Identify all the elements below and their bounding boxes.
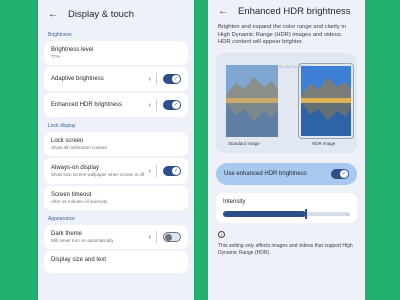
- use-enhanced-hdr-toggle-row[interactable]: Use enhanced HDR brightness ✓: [216, 162, 357, 185]
- brightness-level-label: Brightness level: [51, 47, 94, 53]
- enhanced-hdr-label: Enhanced HDR brightness: [51, 102, 123, 108]
- hdr-note: This setting only affects images and vid…: [218, 242, 353, 256]
- slider-end-dot: •: [346, 211, 348, 217]
- intensity-label: Intensity: [223, 198, 246, 205]
- lock-screen-sub: Show all notification content: [51, 145, 107, 150]
- section-brightness: Brightness: [48, 32, 72, 38]
- screen-timeout-sub: After 15 minutes of inactivity: [51, 199, 108, 204]
- chevron-right-icon[interactable]: ›: [149, 76, 151, 83]
- section-lock-display: Lock display: [48, 123, 76, 129]
- slider-fill: [223, 210, 306, 217]
- standard-image-preview: [226, 64, 278, 137]
- section-appearance: Appearance: [48, 216, 75, 222]
- lock-screen-row[interactable]: Lock screen Show all notification conten…: [44, 132, 188, 156]
- always-on-row[interactable]: Always-on display Show lock screen wallp…: [44, 158, 188, 184]
- hdr-image-caption: HDR image: [312, 140, 336, 146]
- brightness-level-row[interactable]: Brightness level 77%: [44, 41, 188, 65]
- chevron-right-icon[interactable]: ›: [149, 168, 151, 175]
- dark-theme-sub: Will never turn on automatically: [51, 238, 114, 243]
- intensity-slider[interactable]: •: [223, 208, 350, 219]
- enhanced-hdr-row[interactable]: Enhanced HDR brightness › ✓: [44, 93, 188, 117]
- toggle-knob: [165, 233, 172, 241]
- check-icon: ✓: [172, 75, 180, 83]
- back-arrow-icon[interactable]: ←: [218, 6, 232, 17]
- dark-theme-toggle[interactable]: [163, 232, 181, 242]
- chevron-right-icon[interactable]: ›: [149, 234, 151, 241]
- brightness-level-value: 77%: [51, 54, 61, 59]
- check-icon: ✓: [172, 167, 180, 175]
- top-app-bar: ← Display & touch: [38, 0, 194, 28]
- page-title: Enhanced HDR brightness: [238, 5, 351, 17]
- back-arrow-icon[interactable]: ←: [48, 9, 62, 20]
- dark-theme-row[interactable]: Dark theme Will never turn on automatica…: [44, 225, 188, 249]
- always-on-label: Always-on display: [51, 165, 100, 171]
- display-size-label: Display size and text: [51, 257, 107, 263]
- always-on-sub: Show lock screen wallpaper when screen i…: [51, 172, 145, 177]
- use-enhanced-hdr-toggle[interactable]: ✓: [331, 168, 349, 179]
- top-app-bar: ← Enhanced HDR brightness: [208, 0, 365, 22]
- adaptive-brightness-toggle[interactable]: ✓: [163, 74, 181, 84]
- divider: [156, 165, 157, 177]
- check-icon: ✓: [172, 101, 180, 109]
- page-title: Display & touch: [68, 8, 135, 20]
- intensity-card: Intensity •: [216, 192, 357, 223]
- image-comparison: ANDROID AUTHORITY Standard image HDR ima…: [216, 52, 357, 153]
- chevron-right-icon[interactable]: ›: [149, 102, 151, 109]
- hdr-image-preview: [298, 62, 354, 139]
- lock-screen-label: Lock screen: [51, 138, 84, 144]
- adaptive-brightness-label: Adaptive brightness: [51, 76, 104, 82]
- enhanced-hdr-toggle[interactable]: ✓: [163, 100, 181, 110]
- always-on-toggle[interactable]: ✓: [163, 166, 181, 176]
- divider: [156, 99, 157, 111]
- standard-image-caption: Standard image: [228, 140, 260, 146]
- divider: [156, 73, 157, 85]
- info-icon: i: [218, 230, 225, 238]
- divider: [156, 231, 157, 243]
- enhanced-hdr-screen: ← Enhanced HDR brightness Brighten and e…: [208, 0, 365, 300]
- screen-timeout-row[interactable]: Screen timeout After 15 minutes of inact…: [44, 186, 188, 210]
- dark-theme-label: Dark theme: [51, 231, 83, 237]
- hdr-description: Brighten and expand the color range and …: [218, 24, 346, 45]
- slider-thumb[interactable]: [304, 208, 307, 219]
- screen-timeout-label: Screen timeout: [51, 192, 92, 198]
- display-touch-screen: ← Display & touch Brightness Brightness …: [38, 0, 194, 300]
- adaptive-brightness-row[interactable]: Adaptive brightness › ✓: [44, 67, 188, 91]
- display-size-row[interactable]: Display size and text: [44, 251, 188, 273]
- check-icon: ✓: [340, 169, 348, 178]
- use-enhanced-hdr-label: Use enhanced HDR brightness: [224, 170, 307, 177]
